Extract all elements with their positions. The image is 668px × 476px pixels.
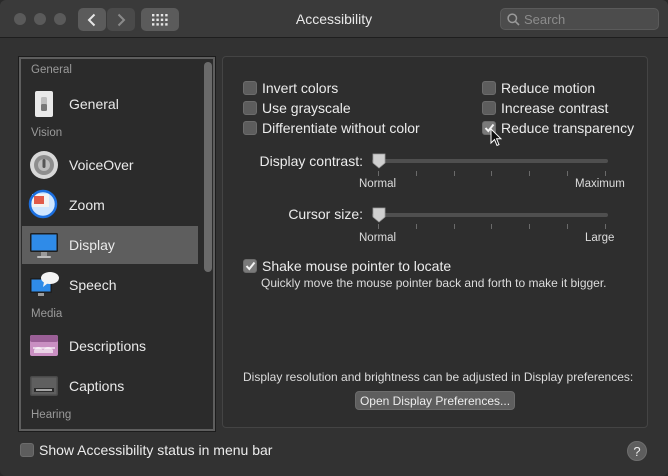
cursor-size-label: Cursor size:	[288, 206, 363, 222]
captions-icon	[30, 376, 58, 396]
display-contrast-max-label: Maximum	[575, 178, 625, 190]
general-switch-icon	[35, 91, 53, 117]
checkbox-label: Shake mouse pointer to locate	[262, 258, 452, 274]
sidebar-item-label: General	[69, 96, 119, 112]
sidebar-item-display[interactable]: Display	[22, 226, 198, 264]
sidebar-item-label: Zoom	[69, 197, 105, 213]
checkbox-label: Use grayscale	[262, 100, 351, 116]
section-header-hearing: Hearing	[31, 409, 72, 421]
shake-pointer-checkbox[interactable]: Shake mouse pointer to locate	[243, 258, 451, 274]
slider-tick	[454, 224, 455, 229]
display-contrast-track[interactable]	[372, 159, 608, 163]
checkbox-box[interactable]	[482, 101, 496, 115]
shake-description: Quickly move the mouse pointer back and …	[261, 276, 607, 290]
sidebar-item-label: Descriptions	[69, 338, 147, 354]
show-status-in-menu-bar-checkbox[interactable]: Show Accessibility status in menu bar	[20, 442, 272, 458]
sidebar-item-captions[interactable]: Captions	[22, 367, 198, 405]
display-icon	[30, 233, 58, 258]
slider-tick	[605, 224, 606, 229]
checkbox-box[interactable]	[20, 443, 34, 457]
slider-tick	[529, 171, 530, 176]
increase-contrast-checkbox[interactable]: Increase contrast	[482, 100, 608, 116]
title-bar: Accessibility	[0, 0, 668, 38]
checkmark-icon	[245, 261, 255, 271]
slider-tick	[567, 224, 568, 229]
sidebar-item-label: Display	[69, 237, 115, 253]
sidebar-item-descriptions[interactable]: Descriptions	[22, 327, 198, 365]
checkbox-label: Reduce transparency	[501, 120, 635, 136]
slider-tick	[416, 224, 417, 229]
use-grayscale-checkbox[interactable]: Use grayscale	[243, 100, 351, 116]
checkbox-box[interactable]	[243, 81, 257, 95]
checkbox-box[interactable]	[243, 121, 257, 135]
slider-tick	[529, 224, 530, 229]
checkbox-label: Reduce motion	[501, 80, 596, 96]
checkbox-label: Increase contrast	[501, 100, 609, 116]
sidebar-item-voiceover[interactable]: VoiceOver	[22, 146, 198, 184]
preferences-window: Accessibility General General Vision	[0, 0, 668, 476]
checkbox-box[interactable]	[482, 81, 496, 95]
display-prefs-note: Display resolution and brightness can be…	[243, 370, 634, 384]
sidebar: General General Vision VoiceOver Zoom Di…	[18, 56, 216, 432]
sidebar-item-label: Speech	[69, 277, 117, 293]
invert-colors-checkbox[interactable]: Invert colors	[243, 80, 338, 96]
slider-tick	[378, 224, 379, 229]
sidebar-item-label: VoiceOver	[69, 157, 134, 173]
search-input[interactable]	[524, 11, 644, 27]
open-display-preferences-button[interactable]: Open Display Preferences...	[355, 391, 515, 410]
voiceover-icon	[30, 151, 58, 179]
sidebar-item-general[interactable]: General	[22, 85, 198, 123]
sidebar-scrollbar[interactable]	[204, 62, 212, 272]
checkbox-label: Invert colors	[262, 80, 339, 96]
slider-tick	[491, 171, 492, 176]
sidebar-item-speech[interactable]: Speech	[22, 266, 198, 304]
display-contrast-min-label: Normal	[359, 178, 397, 190]
slider-tick	[491, 224, 492, 229]
checkbox-label: Differentiate without color	[262, 120, 420, 136]
differentiate-without-color-checkbox[interactable]: Differentiate without color	[243, 120, 420, 136]
help-button[interactable]: ?	[627, 441, 647, 461]
display-settings-panel: Invert colors Use grayscale Differentiat…	[222, 56, 648, 428]
search-icon	[507, 12, 520, 26]
display-contrast-slider-thumb[interactable]	[372, 153, 386, 169]
cursor-size-max-label: Large	[585, 232, 615, 244]
checkbox-box[interactable]	[243, 101, 257, 115]
section-header-media: Media	[31, 308, 63, 320]
cursor-size-track[interactable]	[372, 213, 608, 217]
checkbox-box-checked[interactable]	[243, 259, 257, 273]
zoom-icon	[28, 189, 58, 219]
slider-tick	[605, 171, 606, 176]
search-field[interactable]	[500, 8, 659, 30]
cursor-size-min-label: Normal	[359, 232, 397, 244]
slider-tick	[567, 171, 568, 176]
cursor-size-slider-thumb[interactable]	[372, 207, 386, 223]
checkbox-label: Show Accessibility status in menu bar	[39, 442, 273, 458]
slider-tick	[454, 171, 455, 176]
sidebar-item-zoom[interactable]: Zoom	[22, 186, 198, 224]
section-header-vision: Vision	[31, 127, 63, 139]
reduce-motion-checkbox[interactable]: Reduce motion	[482, 80, 595, 96]
display-contrast-label: Display contrast:	[259, 153, 363, 169]
slider-tick	[416, 171, 417, 176]
mouse-pointer-icon	[490, 128, 502, 147]
descriptions-icon	[30, 335, 58, 356]
sidebar-item-label: Captions	[69, 378, 125, 394]
section-header-general: General	[31, 64, 72, 76]
speech-icon	[30, 272, 59, 296]
reduce-transparency-checkbox[interactable]: Reduce transparency	[482, 120, 634, 136]
slider-tick	[378, 171, 379, 176]
